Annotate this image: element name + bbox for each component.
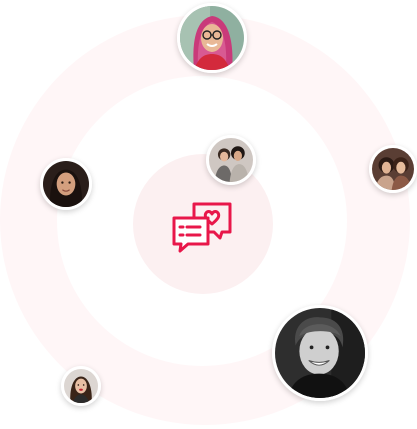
avatar-man-curly-hair [272, 305, 368, 401]
avatar-two-women-smiling [369, 145, 417, 193]
avatar-two-women-selfie [206, 135, 256, 185]
avatar-woman-dark-hair [40, 158, 92, 210]
chat-bubbles-heart-icon [170, 200, 234, 256]
community-orbit-illustration [0, 0, 417, 429]
avatar-woman-glasses [177, 3, 247, 73]
avatar-woman-red-lips [61, 366, 101, 406]
